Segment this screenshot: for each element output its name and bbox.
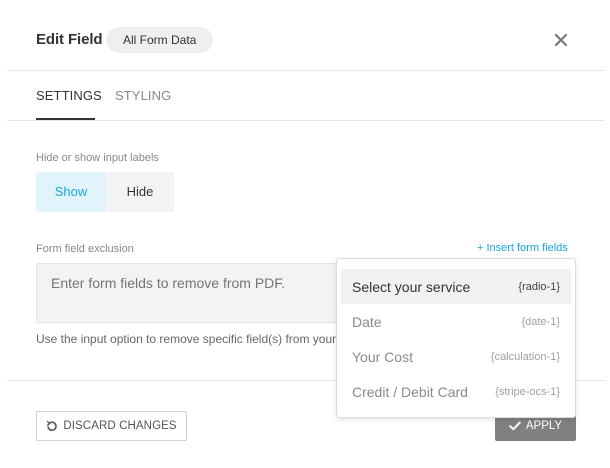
dropdown-item-label: Date — [352, 313, 382, 330]
check-icon — [509, 421, 521, 431]
hide-labels-button[interactable]: Hide — [106, 172, 174, 212]
undo-icon — [47, 420, 58, 431]
tab-settings[interactable]: SETTINGS — [36, 88, 102, 103]
field-exclusion-label: Form field exclusion — [36, 243, 134, 255]
dropdown-item-tag: {radio-1} — [518, 280, 560, 293]
discard-changes-button[interactable]: DISCARD CHANGES — [36, 411, 187, 441]
dropdown-item[interactable]: Credit / Debit Card {stripe-ocs-1} — [341, 374, 571, 409]
dropdown-item-label: Your Cost — [352, 348, 413, 365]
form-fields-dropdown: Select your service {radio-1} Date {date… — [336, 258, 576, 418]
modal-header: Edit Field All Form Data — [0, 0, 610, 71]
dropdown-item-label: Select your service — [352, 278, 471, 295]
close-icon — [554, 33, 568, 47]
field-exclusion-help: Use the input option to remove specific … — [36, 332, 338, 346]
header-divider — [7, 70, 604, 71]
show-labels-button[interactable]: Show — [36, 172, 106, 212]
tabs-divider — [7, 120, 604, 121]
field-exclusion-input[interactable] — [36, 263, 366, 323]
dropdown-item[interactable]: Date {date-1} — [341, 304, 571, 339]
modal-title: Edit Field — [36, 31, 103, 48]
dropdown-item-tag: {date-1} — [521, 315, 560, 328]
apply-label: APPLY — [525, 420, 563, 432]
input-labels-label: Hide or show input labels — [36, 152, 159, 164]
dropdown-item-tag: {calculation-1} — [490, 350, 560, 363]
tab-styling[interactable]: STYLING — [115, 88, 171, 103]
dropdown-item[interactable]: Your Cost {calculation-1} — [341, 339, 571, 374]
close-button[interactable] — [551, 30, 571, 50]
insert-form-fields-link[interactable]: + Insert form fields — [477, 242, 568, 254]
form-data-pill[interactable]: All Form Data — [106, 27, 214, 53]
discard-changes-label: DISCARD CHANGES — [63, 420, 177, 432]
dropdown-item[interactable]: Select your service {radio-1} — [341, 269, 571, 304]
dropdown-item-tag: {stripe-ocs-1} — [495, 385, 560, 398]
dropdown-item-label: Credit / Debit Card — [352, 383, 468, 400]
